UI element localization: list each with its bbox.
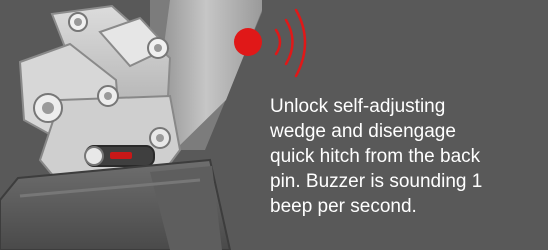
- sound-wave-3: [294, 8, 307, 78]
- sound-wave-2: [284, 18, 294, 66]
- pin-front-center: [42, 102, 54, 114]
- buzzer-dot: [234, 28, 262, 56]
- pin-top-center: [74, 18, 82, 26]
- wedge-lock-indicator: [110, 152, 132, 159]
- pin-mid-center: [104, 92, 112, 100]
- buzzer-sound-icon: [234, 8, 307, 78]
- pin-rear-center: [156, 134, 164, 142]
- sound-wave-1: [274, 28, 282, 56]
- back-pin-end: [84, 146, 104, 166]
- instruction-screen: Unlock self-adjusting wedge and disengag…: [0, 0, 548, 250]
- pin-link-center: [154, 44, 162, 52]
- instruction-text: Unlock self-adjusting wedge and disengag…: [270, 96, 483, 217]
